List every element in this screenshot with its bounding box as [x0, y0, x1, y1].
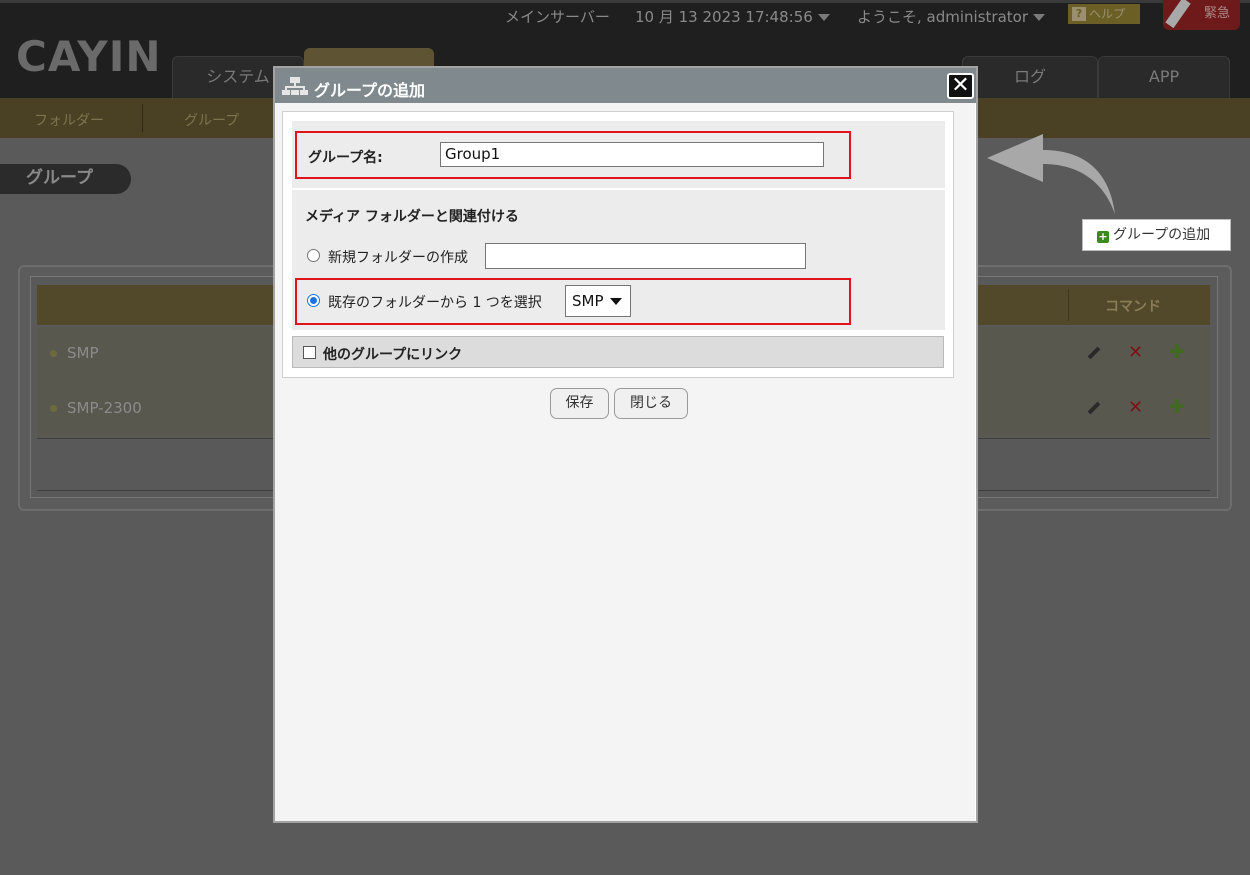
pen-icon	[1165, 0, 1191, 29]
emergency-label: 緊急	[1203, 6, 1230, 21]
bullet-icon	[50, 405, 57, 412]
add-group-button[interactable]: + グループの追加	[1082, 219, 1231, 251]
page-title: グループ	[0, 164, 131, 194]
chevron-down-icon	[1032, 14, 1045, 21]
emergency-button[interactable]: 緊急	[1163, 0, 1240, 30]
new-folder-input[interactable]	[485, 243, 806, 269]
subnav-divider	[142, 104, 143, 132]
header-top-line	[0, 0, 1250, 3]
server-name[interactable]: メインサーバー	[505, 6, 610, 27]
existing-folder-radio[interactable]	[307, 294, 320, 307]
group-name-cell[interactable]: SMP-2300	[67, 399, 142, 417]
nav-tab-label: APP	[1148, 67, 1180, 86]
bullet-icon	[50, 350, 57, 357]
close-button[interactable]: 閉じる	[614, 388, 688, 419]
add-icon[interactable]: ✚	[1169, 343, 1185, 362]
delete-icon[interactable]: ✕	[1128, 344, 1143, 362]
existing-folder-label: 既存のフォルダーから 1 つを選択	[328, 295, 542, 311]
new-folder-label: 新規フォルダーの作成	[328, 250, 468, 266]
chevron-down-icon	[610, 298, 622, 305]
group-name-label: グループ名:	[308, 150, 383, 166]
group-name-input[interactable]: Group1	[440, 142, 824, 167]
datetime-dropdown[interactable]: 10 月 13 2023 17:48:56	[635, 6, 830, 27]
link-other-group-checkbox[interactable]	[303, 346, 316, 359]
welcome-text: ようこそ, administrator	[857, 8, 1028, 26]
datetime-text: 10 月 13 2023 17:48:56	[635, 8, 813, 26]
group-name-cell[interactable]: SMP	[67, 344, 99, 362]
nav-tab-log[interactable]: ログ	[962, 56, 1098, 98]
chevron-down-icon	[817, 14, 830, 21]
cayin-logo: CAYIN	[16, 32, 162, 81]
nav-tab-label: システム	[206, 67, 270, 86]
existing-folder-select[interactable]: SMP	[565, 285, 631, 317]
media-folder-heading: メディア フォルダーと関連付ける	[305, 209, 519, 225]
add-group-label: グループの追加	[1113, 227, 1211, 243]
plus-icon: +	[1097, 230, 1109, 243]
new-folder-radio[interactable]	[307, 249, 320, 262]
nav-tab-label: ログ	[1013, 67, 1046, 86]
group-tree-icon	[282, 77, 308, 95]
question-icon: ?	[1072, 7, 1086, 21]
curved-arrow-icon	[987, 134, 1115, 214]
dialog-title: グループの追加	[314, 81, 426, 100]
help-button[interactable]: ? ヘルプ	[1068, 4, 1140, 24]
link-other-group-label: 他のグループにリンク	[323, 347, 463, 363]
select-value: SMP	[572, 292, 604, 310]
subnav-item-folder[interactable]: フォルダー	[34, 110, 104, 130]
user-menu[interactable]: ようこそ, administrator	[857, 6, 1045, 27]
command-column-header: コマンド	[1105, 299, 1161, 315]
close-icon[interactable]: ✕	[947, 73, 974, 99]
delete-icon[interactable]: ✕	[1128, 399, 1143, 417]
nav-tab-app[interactable]: APP	[1098, 56, 1230, 98]
subnav-item-group[interactable]: グループ	[184, 110, 239, 130]
help-label: ヘルプ	[1089, 7, 1126, 21]
add-icon[interactable]: ✚	[1169, 398, 1185, 417]
save-button[interactable]: 保存	[550, 388, 609, 419]
